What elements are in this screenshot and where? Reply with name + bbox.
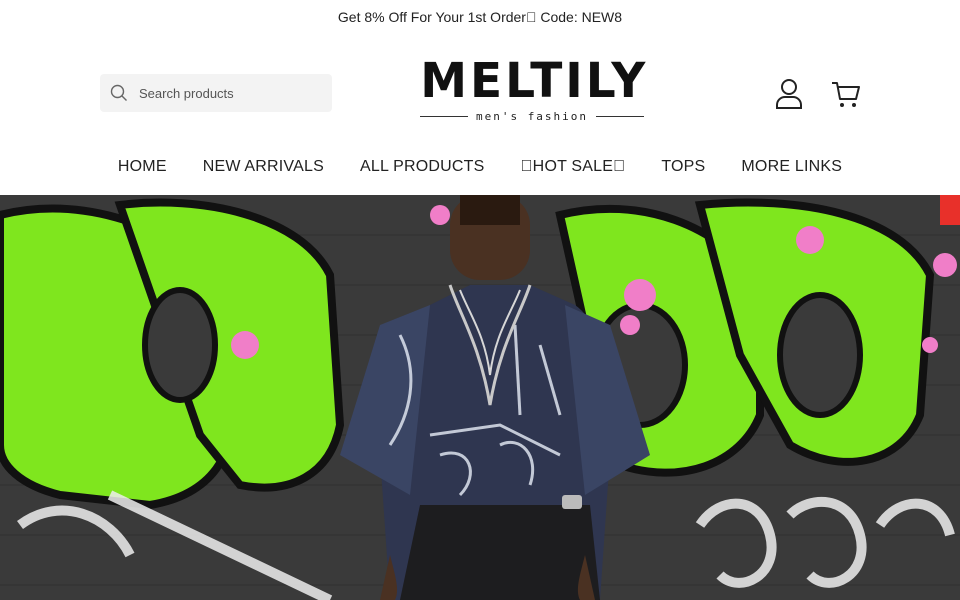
search-icon[interactable] — [109, 83, 129, 103]
hero-graffiti-photo — [0, 195, 960, 600]
announcement-bar: Get 8% Off For Your 1st Order  Code: NEW… — [0, 0, 960, 34]
logo-tagline: men's fashion — [475, 110, 589, 123]
announcement-text: Get 8% Off For Your 1st Order  Code: NEW… — [337, 9, 623, 25]
hero-banner-image[interactable] — [0, 195, 960, 600]
search-input[interactable] — [137, 84, 321, 102]
logo-tagline-row: men's fashion — [418, 110, 646, 123]
site-logo[interactable]: MELTILY men's fashion — [418, 56, 646, 123]
nav-all-products[interactable]: ALL PRODUCTS — [360, 152, 485, 192]
site-header: MELTILY men's fashion — [0, 34, 960, 152]
tagline-rule-left — [419, 116, 468, 117]
user-icon[interactable] — [774, 78, 804, 110]
nav-tops[interactable]: TOPS — [661, 152, 705, 192]
tagline-rule-right — [596, 116, 645, 117]
nav-new-arrivals[interactable]: NEW ARRIVALS — [203, 152, 324, 192]
logo-wordmark: MELTILY — [420, 53, 649, 109]
main-nav: HOME NEW ARRIVALS ALL PRODUCTS  HOT SALE… — [0, 152, 960, 192]
nav-home[interactable]: HOME — [118, 152, 167, 192]
cart-icon[interactable] — [830, 78, 862, 110]
search-box[interactable] — [100, 74, 332, 112]
nav-hot-sale[interactable]:  HOT SALE  — [520, 152, 625, 192]
nav-more-links[interactable]: MORE LINKS — [741, 152, 842, 192]
